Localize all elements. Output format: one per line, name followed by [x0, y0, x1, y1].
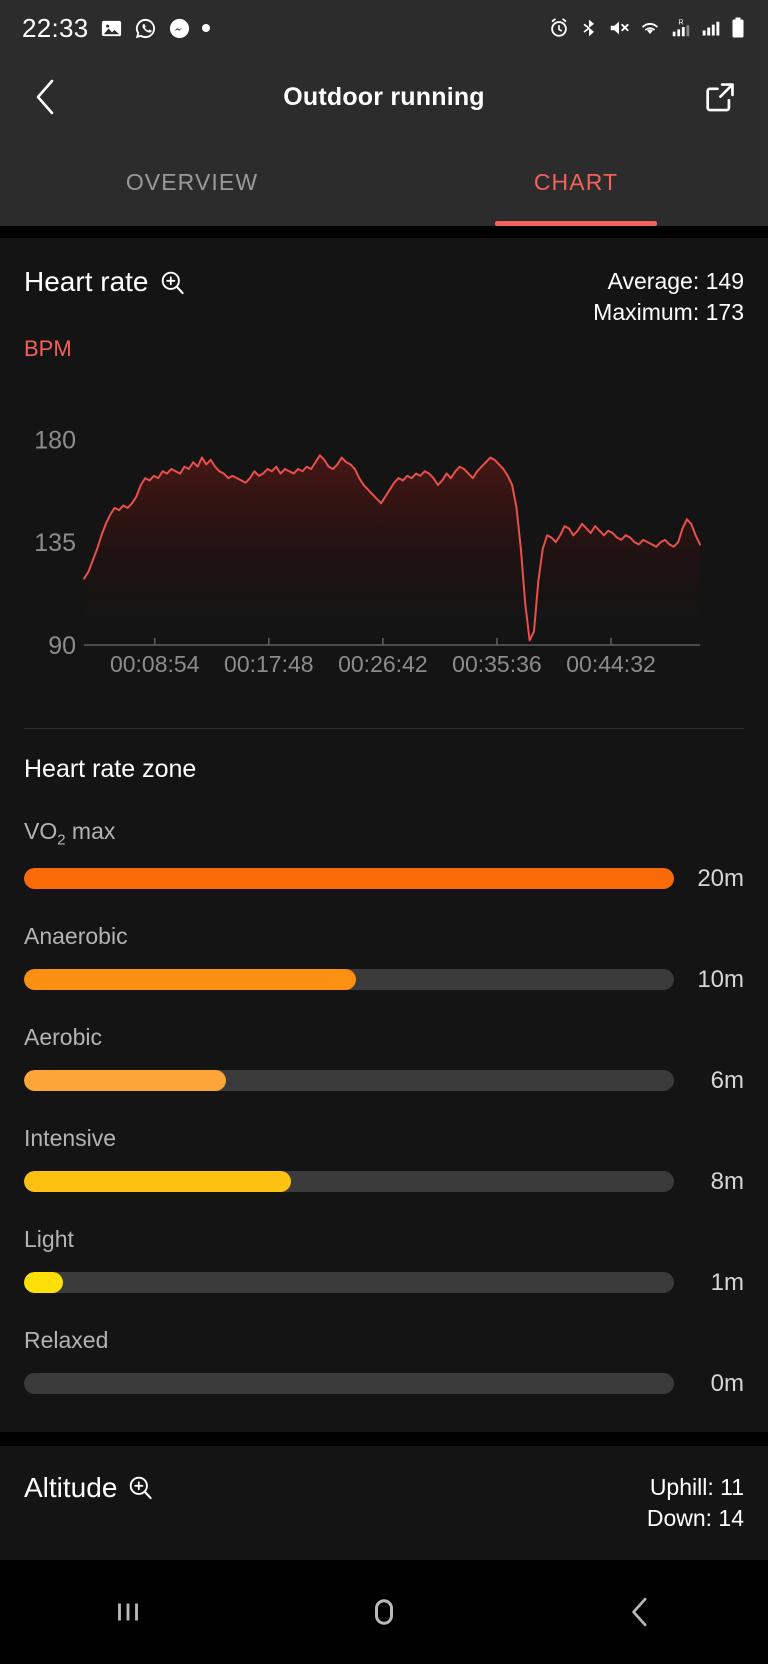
zone-fill-vo2max	[24, 868, 674, 890]
heart-rate-line-chart: 90 135 180 00:08:54 00:17:48 00:26:42 00:35:3…	[34, 426, 701, 677]
page-title: Outdoor running	[283, 82, 485, 111]
back-chevron-icon	[36, 79, 54, 115]
zone-row-vo2max: VO2 max 20m	[24, 818, 744, 893]
zone-value-intensive: 8m	[710, 1167, 744, 1195]
nav-back-icon	[632, 1597, 647, 1627]
zone-fill-aerobic	[24, 1070, 226, 1092]
home-button[interactable]	[256, 1594, 512, 1630]
tab-chart-label: CHART	[533, 168, 619, 195]
zone-label-aerobic: Aerobic	[24, 1023, 102, 1050]
zone-fill-anaerobic	[24, 969, 356, 991]
zone-label-vo2max: VO2 max	[24, 818, 116, 849]
zone-row-relaxed: Relaxed 0m	[24, 1327, 744, 1398]
zone-row-aerobic: Aerobic 6m	[24, 1024, 744, 1095]
app-bar: Outdoor running	[0, 56, 768, 138]
heart-rate-card-header: Heart rate Average: 149 Maximum: 173	[0, 238, 768, 328]
zone-value-anaerobic: 10m	[697, 965, 744, 993]
y-axis-tick-label: 135	[34, 529, 76, 557]
heart-rate-card: Heart rate Average: 149 Maximum: 173 BPM…	[0, 238, 768, 1432]
zone-row-light: Light 1m	[24, 1226, 744, 1297]
zone-value-vo2max: 20m	[697, 864, 744, 892]
signal-roaming-icon: R	[670, 17, 692, 39]
tab-overview-label: OVERVIEW	[125, 168, 259, 195]
altitude-title: Altitude	[24, 1471, 118, 1503]
altitude-stats: Uphill: 11 Down: 14	[647, 1472, 744, 1534]
magnifier-plus-icon[interactable]	[159, 269, 186, 296]
recent-apps-icon	[118, 1603, 138, 1621]
wifi-icon	[639, 17, 661, 39]
zone-track-intensive[interactable]	[24, 1171, 674, 1193]
status-bar: 22:33 R	[0, 0, 768, 56]
status-bar-clock: 22:33	[22, 12, 89, 43]
whatsapp-icon	[134, 17, 157, 40]
zone-value-relaxed: 0m	[710, 1369, 744, 1397]
zone-track-vo2max[interactable]	[24, 868, 674, 890]
zone-value-aerobic: 6m	[710, 1066, 744, 1094]
altitude-title-group[interactable]: Altitude	[24, 1472, 154, 1504]
mute-icon	[608, 17, 630, 39]
heart-rate-zone-title: Heart rate zone	[24, 755, 197, 784]
bluetooth-icon	[579, 17, 599, 39]
zone-fill-intensive	[24, 1171, 291, 1193]
zone-label-anaerobic: Anaerobic	[24, 922, 128, 949]
zone-track-relaxed[interactable]	[24, 1373, 674, 1395]
zone-label-light: Light	[24, 1225, 74, 1252]
zone-fill-light	[24, 1272, 63, 1294]
section-gap-bottom	[0, 1431, 768, 1446]
heart-rate-maximum: Maximum: 173	[593, 299, 744, 326]
zone-track-light[interactable]	[24, 1272, 674, 1294]
heart-rate-title: Heart rate	[24, 266, 149, 297]
svg-text:R: R	[678, 17, 683, 26]
battery-icon	[730, 16, 746, 40]
altitude-uphill: Uphill: 11	[649, 1473, 744, 1500]
zone-track-anaerobic[interactable]	[24, 969, 674, 991]
zone-track-aerobic[interactable]	[24, 1070, 674, 1092]
x-axis-tick-label: 00:35:36	[452, 651, 542, 677]
x-axis-tick-label: 00:44:32	[566, 651, 656, 677]
alarm-icon	[548, 17, 570, 39]
nav-back-button[interactable]	[512, 1594, 768, 1630]
altitude-down: Down: 14	[646, 1504, 744, 1531]
recents-button[interactable]	[0, 1595, 256, 1629]
signal-icon	[701, 17, 721, 39]
heart-rate-chart[interactable]: BPM 90 135 180 00:08:54 00:17:48 00:26:42 00:…	[0, 328, 768, 708]
tab-chart[interactable]: CHART	[384, 138, 768, 226]
share-button[interactable]	[698, 75, 742, 119]
system-nav-bar	[0, 1560, 768, 1664]
share-external-icon	[706, 83, 734, 112]
x-axis-tick-label: 00:17:48	[224, 651, 314, 677]
notification-dot-icon	[201, 24, 210, 32]
zone-row-anaerobic: Anaerobic 10m	[24, 923, 744, 994]
section-gap-top	[0, 226, 768, 238]
messenger-icon	[168, 17, 191, 40]
magnifier-plus-icon[interactable]	[127, 1474, 154, 1501]
zone-label-relaxed: Relaxed	[24, 1326, 109, 1353]
home-icon	[375, 1599, 393, 1625]
zone-label-intensive: Intensive	[24, 1124, 117, 1151]
back-button[interactable]	[26, 77, 66, 117]
y-axis-tick-label: 180	[34, 426, 76, 454]
heart-rate-zone-section: Heart rate zone VO2 max 20m Anaerobic 10…	[0, 729, 768, 1432]
zone-value-light: 1m	[710, 1268, 744, 1296]
altitude-card[interactable]: Altitude Uphill: 11 Down: 14	[0, 1445, 768, 1560]
heart-rate-title-group[interactable]: Heart rate	[24, 266, 186, 298]
tab-bar: OVERVIEW CHART	[0, 138, 768, 226]
status-bar-left: 22:33	[22, 13, 210, 44]
zone-row-intensive: Intensive 8m	[24, 1125, 744, 1196]
y-axis-tick-label: 90	[48, 632, 76, 660]
heart-rate-stats: Average: 149 Maximum: 173	[593, 266, 744, 328]
tab-active-indicator	[495, 221, 657, 226]
x-axis-tick-label: 00:08:54	[110, 651, 200, 677]
altitude-card-header: Altitude Uphill: 11 Down: 14	[0, 1446, 768, 1560]
app-screen: 22:33 R Outdoor running OVERVIEW CHART H…	[0, 0, 768, 1664]
gallery-icon	[100, 17, 123, 40]
x-axis-tick-label: 00:26:42	[338, 651, 428, 677]
heart-rate-average: Average: 149	[607, 268, 744, 294]
tab-overview[interactable]: OVERVIEW	[0, 138, 384, 226]
chart-unit-label: BPM	[24, 336, 72, 362]
status-bar-right: R	[548, 16, 746, 40]
